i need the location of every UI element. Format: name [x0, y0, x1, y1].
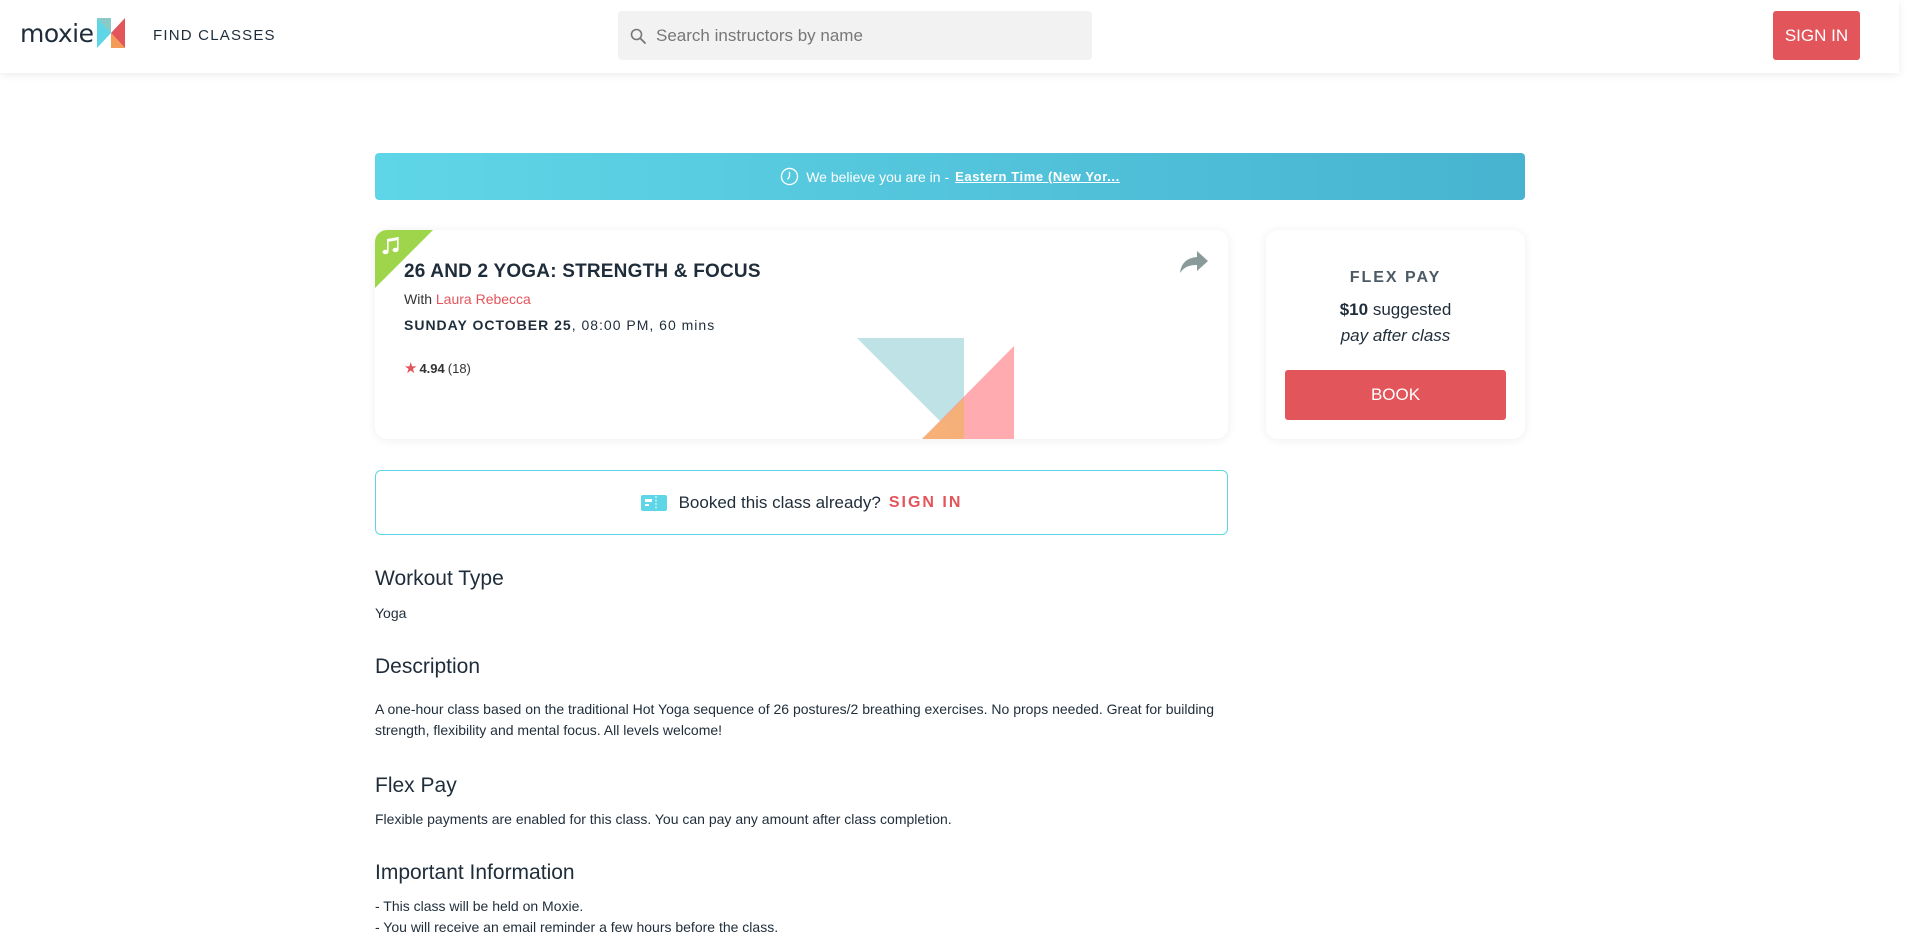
description-heading: Description — [375, 655, 481, 678]
find-classes-link[interactable]: FIND CLASSES — [153, 27, 276, 44]
star-icon: ★ — [404, 360, 418, 377]
description-text: A one-hour class based on the traditiona… — [375, 701, 1214, 738]
book-button[interactable]: BOOK — [1285, 370, 1506, 420]
class-card: 26 AND 2 YOGA: STRENGTH & FOCUS With Lau… — [375, 230, 1228, 439]
class-title: 26 AND 2 YOGA: STRENGTH & FOCUS — [404, 261, 761, 282]
suggested-label: suggested — [1372, 300, 1452, 319]
important-info-line: - This class will be held on Moxie. — [375, 898, 584, 914]
workout-type-value: Yoga — [375, 605, 407, 621]
top-header: moxie FIND CLASSES SIGN IN — [0, 0, 1899, 73]
logo-mark-icon — [96, 18, 125, 48]
flex-pay-card: FLEX PAY $10 suggested pay after class B… — [1266, 230, 1525, 439]
class-datetime: SUNDAY OCTOBER 25, 08:00 PM, 60 mins — [404, 317, 715, 333]
booked-already-box: Booked this class already? SIGN IN — [375, 470, 1228, 535]
ticket-icon — [640, 494, 667, 511]
timezone-prefix: We believe you are in - — [806, 168, 950, 185]
instructor-line: With Laura Rebecca — [404, 291, 531, 307]
important-info-line: - You will receive an email reminder a f… — [375, 919, 779, 935]
timezone-link[interactable]: Eastern Time (New Yor... — [955, 169, 1120, 184]
flex-pay-text: Flexible payments are enabled for this c… — [375, 811, 952, 827]
booked-sign-in-link[interactable]: SIGN IN — [889, 494, 963, 512]
with-label: With — [404, 291, 432, 307]
clock-icon — [780, 167, 799, 186]
instructor-link[interactable]: Laura Rebecca — [436, 291, 531, 307]
suggested-price: $10 suggested — [1266, 300, 1525, 320]
important-info-text: - This class will be held on Moxie. - Yo… — [375, 896, 778, 937]
flex-pay-title: FLEX PAY — [1349, 269, 1442, 286]
share-icon[interactable] — [1179, 249, 1209, 275]
class-time-duration: , 08:00 PM, 60 mins — [571, 317, 716, 333]
pay-after-class: pay after class — [1340, 326, 1451, 345]
booked-text: Booked this class already? — [678, 492, 881, 512]
flex-pay-heading: Flex Pay — [375, 774, 457, 797]
decorative-art — [857, 338, 1014, 439]
important-info-heading: Important Information — [375, 861, 575, 884]
workout-type-heading: Workout Type — [375, 567, 504, 590]
search-bar[interactable] — [618, 11, 1092, 60]
search-input[interactable] — [656, 25, 1076, 46]
moxie-logo[interactable]: moxie — [20, 18, 125, 48]
rating-count: (18) — [447, 360, 471, 376]
search-icon — [630, 28, 646, 44]
rating[interactable]: ★ 4.94 (18) — [404, 359, 471, 377]
price-value: $10 — [1339, 300, 1369, 319]
class-date: SUNDAY OCTOBER 25 — [404, 317, 572, 333]
logo-text: moxie — [20, 18, 94, 48]
timezone-banner: We believe you are in - Eastern Time (Ne… — [375, 153, 1525, 200]
sign-in-button[interactable]: SIGN IN — [1773, 11, 1860, 60]
rating-value: 4.94 — [419, 360, 445, 376]
